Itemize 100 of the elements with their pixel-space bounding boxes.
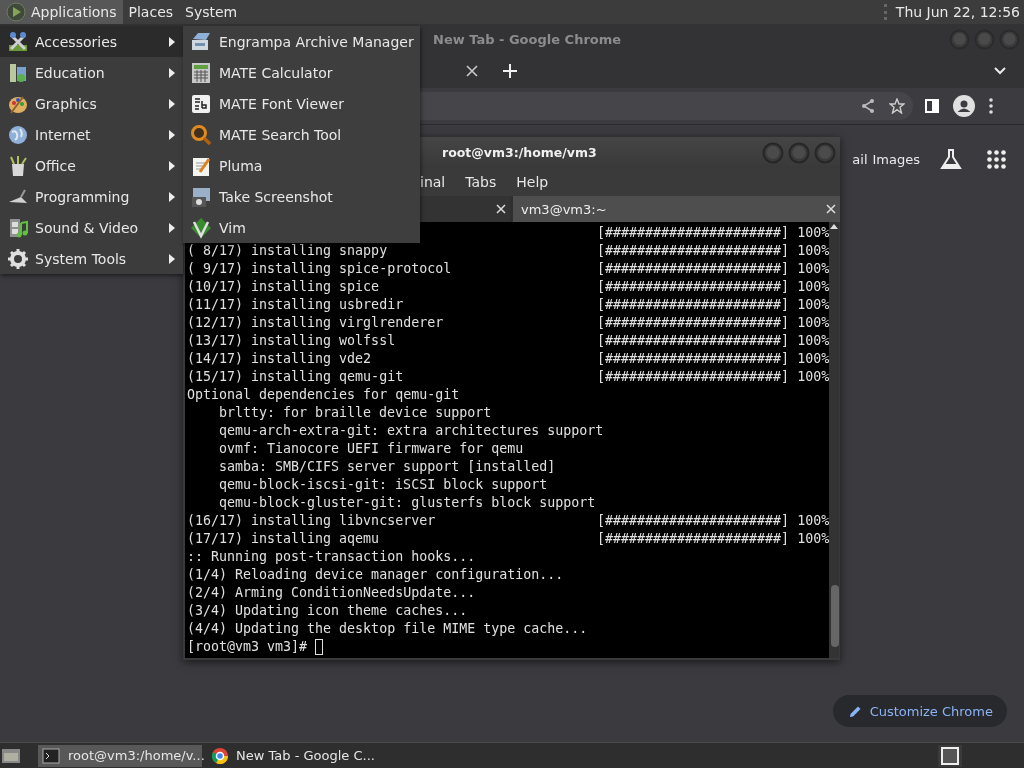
submenu-arrow-icon: [169, 160, 175, 171]
submenu-arrow-icon: [169, 36, 175, 47]
mate-logo-icon: [6, 2, 26, 22]
terminal-line: (2/4) Arming ConditionNeedsUpdate...: [187, 585, 476, 600]
close-tab-icon[interactable]: [466, 65, 478, 77]
window-title: root@vm3:/home/vm3: [441, 145, 598, 160]
progress-text: [######################] 100%: [597, 260, 830, 278]
menu-item[interactable]: Internet: [0, 119, 183, 150]
books-icon: [7, 61, 29, 84]
page-link[interactable]: ail: [852, 151, 868, 167]
terminal-line: (10/17) installing spice: [187, 278, 381, 296]
terminal-line: ovmf: Tianocore UEFI firmware for qemu: [219, 441, 524, 456]
shell-prompt: [root@vm3 vm3]#: [187, 639, 308, 654]
progress-text: [######################] 100%: [597, 242, 830, 260]
progress-text: [######################] 100%: [597, 530, 830, 548]
menu-item[interactable]: MATE Font Viewer: [183, 88, 420, 119]
search-icon: [190, 123, 212, 146]
camera-icon: [190, 185, 212, 208]
workspace-switcher[interactable]: [938, 744, 962, 767]
terminal-line: (1/4) Reloading device manager configuration...: [187, 567, 564, 582]
terminal-line: qemu-block-gluster-git: glusterfs block support: [219, 495, 596, 510]
progress-text: [######################] 100%: [597, 332, 830, 350]
terminal-line: qemu-arch-extra-git: extra architectures support: [219, 423, 604, 438]
menu-item[interactable]: inal: [420, 174, 446, 190]
progress-text: [######################] 100%: [597, 512, 830, 530]
panel-menu[interactable]: Applications: [0, 0, 123, 24]
menu-item[interactable]: Graphics: [0, 88, 183, 119]
menu-item[interactable]: System Tools: [0, 243, 183, 274]
page-link[interactable]: Images: [872, 151, 920, 167]
terminal-line: (3/4) Updating icon theme caches...: [187, 603, 468, 618]
terminal-line: brltty: for braille device support: [219, 405, 492, 420]
terminal-line: (16/17) installing libvncserver: [187, 512, 437, 530]
terminal-tab[interactable]: vm3@vm3:~: [513, 196, 840, 222]
calculator-icon: [190, 61, 212, 84]
progress-text: [######################] 100%: [597, 314, 830, 332]
terminal-line: qemu-block-iscsi-git: iSCSI block support: [219, 477, 548, 492]
apps-grid-icon[interactable]: [987, 149, 1006, 169]
workspace-icon: [941, 746, 959, 765]
browser-logo-icon: [212, 747, 228, 764]
menu-item[interactable]: Sound & Video: [0, 212, 183, 243]
more-menu-icon[interactable]: [989, 98, 993, 114]
menu-item[interactable]: Programming: [0, 181, 183, 212]
terminal-line: (4/4) Updating the desktop file MIME type cache...: [187, 621, 588, 636]
menu-item[interactable]: MATE Calculator: [183, 57, 420, 88]
side-panel-icon[interactable]: [925, 99, 939, 113]
terminal-icon: [42, 747, 60, 764]
menu-item[interactable]: Pluma: [183, 150, 420, 181]
share-icon[interactable]: [861, 98, 875, 114]
diamond-icon: [190, 216, 212, 239]
pencil-icon: [848, 704, 862, 718]
submenu-arrow-icon: [169, 98, 175, 109]
terminal-line: ( 8/17) installing snappy: [187, 242, 389, 260]
progress-text: [######################] 100%: [597, 350, 830, 368]
scroll-thumb[interactable]: [831, 585, 840, 647]
menu-item[interactable]: Take Screenshot: [183, 181, 420, 212]
submenu-arrow-icon: [169, 67, 175, 78]
archive-icon: [190, 30, 212, 53]
pen-cup-icon: [7, 154, 29, 177]
clock[interactable]: Thu Jun 22, 12:56: [895, 0, 1024, 24]
customize-button[interactable]: Customize Chrome: [832, 695, 1007, 727]
progress-text: [######################] 100%: [597, 296, 830, 314]
window-title: New Tab - Google Chrome: [433, 31, 623, 47]
star-icon[interactable]: [889, 98, 905, 114]
close-tab-icon[interactable]: [496, 204, 506, 214]
terminal-line: (11/17) installing usbredir: [187, 296, 405, 314]
panel-menu[interactable]: System: [179, 0, 244, 24]
gear-icon: [7, 247, 29, 270]
terminal-line: ( 9/17) installing spice-protocol: [187, 260, 453, 278]
globe-icon: [7, 123, 29, 146]
flask-icon[interactable]: [940, 148, 962, 170]
submenu-arrow-icon: [169, 129, 175, 140]
terminal-line: Optional dependencies for qemu-git: [187, 387, 460, 402]
menu-item[interactable]: Engrampa Archive Manager: [183, 26, 420, 57]
taskbar-button[interactable]: root@vm3:/home/v...: [38, 744, 202, 767]
progress-text: [######################] 100%: [597, 278, 830, 296]
film-icon: [7, 216, 29, 239]
new-tab-icon[interactable]: [503, 64, 517, 78]
progress-text: [######################] 100%: [597, 224, 830, 242]
submenu-arrow-icon: [169, 191, 175, 202]
menu-item[interactable]: MATE Search Tool: [183, 119, 420, 150]
taskbar-button[interactable]: New Tab - Google C...: [208, 744, 372, 767]
terminal-line: (12/17) installing virglrenderer: [187, 314, 445, 332]
menu-item[interactable]: Vim: [183, 212, 420, 243]
panel-menu[interactable]: Places: [122, 0, 180, 24]
menu-item[interactable]: Office: [0, 150, 183, 181]
terminal-line: (15/17) installing qemu-git: [187, 368, 405, 386]
menu-item[interactable]: Help: [516, 174, 549, 190]
submenu-arrow-icon: [169, 222, 175, 233]
scrollbar[interactable]: [829, 222, 840, 658]
terminal-line: (14/17) installing vde2: [187, 350, 373, 368]
menu-item[interactable]: Accessories: [0, 26, 183, 57]
menu-item[interactable]: Education: [0, 57, 183, 88]
close-tab-icon[interactable]: [826, 204, 836, 214]
terminal-line: :: Running post-transaction hooks...: [187, 549, 476, 564]
terminal-line: (17/17) installing aqemu: [187, 530, 381, 548]
menu-item[interactable]: Tabs: [465, 174, 497, 190]
chevron-down-icon[interactable]: [994, 67, 1006, 75]
avatar-icon[interactable]: [953, 95, 975, 117]
font-icon: [190, 92, 212, 115]
submenu-arrow-icon: [169, 253, 175, 264]
